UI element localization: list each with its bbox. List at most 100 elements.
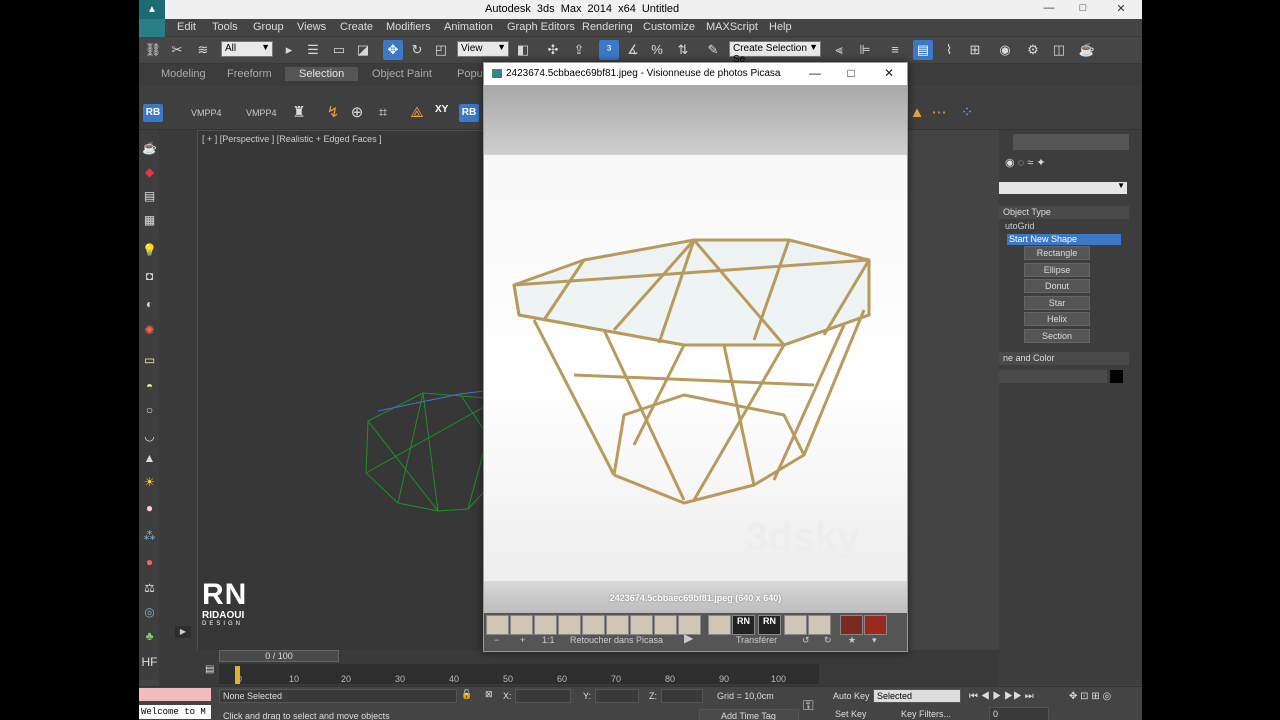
object-name-field[interactable]	[999, 370, 1107, 383]
auto-key-button[interactable]: Auto Key	[833, 691, 870, 701]
actual-size-button[interactable]: 1:1	[542, 635, 555, 645]
add-time-tag[interactable]: Add Time Tag	[699, 709, 799, 720]
edit-named-selection-icon[interactable]: ✎	[703, 40, 723, 60]
bomb-icon[interactable]: ●	[141, 554, 158, 571]
reference-coordinate-select[interactable]: View ▼	[457, 41, 509, 57]
play-small-icon[interactable]: ▶	[175, 626, 191, 638]
schematic-view-icon[interactable]: ⊞	[965, 40, 985, 60]
named-selection-sets-select[interactable]: Create Selection Se ▼	[729, 41, 821, 65]
rectangle-button[interactable]: Rectangle	[1024, 246, 1090, 260]
scatter-icon[interactable]: ⁂	[141, 528, 158, 545]
menu-rendering[interactable]: Rendering	[582, 21, 633, 33]
rollout-object-type[interactable]: Object Type	[999, 206, 1129, 219]
menu-help[interactable]: Help	[769, 21, 792, 33]
render-setup-icon[interactable]: ⚙	[1023, 40, 1043, 60]
thumbnail[interactable]	[510, 615, 533, 635]
lock-icon[interactable]: 🔓	[461, 689, 472, 700]
donut-button[interactable]: Donut	[1024, 279, 1090, 293]
thumbnail[interactable]	[606, 615, 629, 635]
viewport-nav-icons[interactable]: ✥ ⊡ ⊞ ◎	[1069, 691, 1111, 702]
ellipse-button[interactable]: Ellipse	[1024, 263, 1090, 277]
thumbnail[interactable]	[708, 615, 731, 635]
thumbnail-rn-b[interactable]: RN	[758, 615, 781, 635]
playback-controls[interactable]: ⏮ ◀ ▶ ▶▶ ⏭	[969, 691, 1034, 702]
bowl-icon[interactable]: ◡	[141, 428, 158, 445]
spinner-snap-icon[interactable]: ⇅	[673, 40, 693, 60]
graduation-cap-icon[interactable]: ♜	[289, 103, 309, 123]
star-icon[interactable]: ★	[848, 635, 856, 646]
bind-spacewarp-icon[interactable]: ≋	[193, 40, 213, 60]
menu-animation[interactable]: Animation	[444, 21, 493, 33]
thumbnail[interactable]	[558, 615, 581, 635]
particles-icon[interactable]: ✺	[141, 322, 158, 339]
unlink-icon[interactable]: ✂	[167, 40, 187, 60]
star-button[interactable]: Star	[1024, 296, 1090, 310]
key-filters-button[interactable]: Key Filters...	[901, 709, 951, 719]
tab-populate[interactable]: Popul	[457, 68, 485, 80]
rb-button[interactable]: RB	[143, 104, 163, 122]
rotate-left-icon[interactable]: ↺	[802, 635, 810, 646]
rb-button-2[interactable]: RB	[459, 104, 479, 122]
plane-icon[interactable]: ▭	[141, 352, 158, 369]
select-and-manipulate-icon[interactable]: ✣	[543, 40, 563, 60]
max-menu-icon[interactable]	[139, 19, 165, 37]
sphere-icon[interactable]: ○	[141, 402, 158, 419]
rect-selection-icon[interactable]: ▭	[329, 40, 349, 60]
y-coordinate-field[interactable]	[595, 689, 639, 703]
half-sphere-icon[interactable]: ◐	[141, 296, 158, 313]
isolate-icon[interactable]: ⊠	[485, 689, 493, 700]
menu-create[interactable]: Create	[340, 21, 373, 33]
time-slider[interactable]: 0 / 100	[219, 650, 339, 662]
thumbnail[interactable]	[534, 615, 557, 635]
create-category-icons[interactable]: ◉ ◌ ≈ ✦	[1005, 156, 1125, 170]
vertex-select-icon[interactable]: ⟁	[407, 103, 427, 123]
object-color-swatch[interactable]	[1110, 370, 1123, 383]
zoom-in-button[interactable]: +	[520, 635, 525, 645]
maxscript-listener-output[interactable]	[139, 688, 211, 701]
menu-customize[interactable]: Customize	[643, 21, 695, 33]
orange-dash-icon[interactable]: ⋯	[929, 103, 949, 123]
minimize-button[interactable]: —	[1039, 2, 1059, 14]
sun-icon[interactable]: ☀	[141, 474, 158, 491]
select-loop-icon[interactable]: ↯	[323, 103, 343, 123]
cone-icon[interactable]: ▲	[141, 450, 158, 467]
thumbnail[interactable]	[582, 615, 605, 635]
menu-maxscript[interactable]: MAXScript	[706, 21, 758, 33]
track-bar[interactable]: 0 10 20 30 40 50 60 70 80 90 100	[219, 664, 819, 684]
graphite-toggle-icon[interactable]: ▤	[913, 40, 933, 60]
grid-icon[interactable]: ▦	[141, 212, 158, 229]
stand-icon[interactable]: ⚖	[141, 580, 158, 597]
thumbnail[interactable]	[784, 615, 807, 635]
close-button[interactable]: ✕	[1111, 2, 1131, 15]
notes-icon[interactable]: ▤	[141, 188, 158, 205]
layer-manager-icon[interactable]: ≡	[885, 40, 905, 60]
rendered-frame-icon[interactable]: ◫	[1049, 40, 1069, 60]
z-coordinate-field[interactable]	[661, 689, 703, 703]
command-panel-tabs[interactable]	[1013, 134, 1129, 150]
zoom-out-button[interactable]: −	[494, 635, 499, 645]
link-icon[interactable]: ⛓	[143, 40, 163, 60]
menu-group[interactable]: Group	[253, 21, 284, 33]
thumbnail[interactable]	[486, 615, 509, 635]
tab-object-paint[interactable]: Object Paint	[372, 68, 432, 80]
grid-snap-icon[interactable]: ⌗	[373, 103, 393, 123]
select-by-name-icon[interactable]: ☰	[303, 40, 323, 60]
render-icon[interactable]: ◆	[141, 164, 158, 181]
transfer-button[interactable]: Transférer	[736, 635, 777, 645]
set-key-button[interactable]: Set Key	[835, 709, 867, 719]
percent-snap-icon[interactable]: %	[647, 40, 667, 60]
thumbnail-rn-a[interactable]: RN	[732, 615, 755, 635]
material-editor-icon[interactable]: ◉	[995, 40, 1015, 60]
teapot-icon[interactable]: ☕	[141, 140, 158, 157]
angle-snap-icon[interactable]: ∡	[623, 40, 643, 60]
menu-modifiers[interactable]: Modifiers	[386, 21, 431, 33]
maximize-button[interactable]: □	[1073, 2, 1093, 14]
snaps-toggle-icon[interactable]: ³	[599, 40, 619, 60]
thumbnail[interactable]	[654, 615, 677, 635]
camera-icon[interactable]: ◘	[141, 268, 158, 285]
helix-button[interactable]: Helix	[1024, 312, 1090, 326]
picasa-close-button[interactable]: ✕	[880, 66, 898, 80]
thumbnail[interactable]	[864, 615, 887, 635]
select-and-move-icon[interactable]: ✥	[383, 40, 403, 60]
menu-graph-editors[interactable]: Graph Editors	[507, 21, 575, 33]
